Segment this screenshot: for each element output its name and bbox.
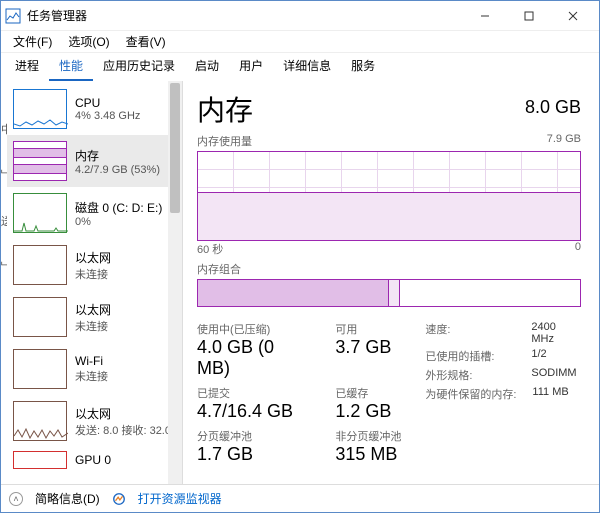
minimize-button[interactable] (463, 2, 507, 30)
committed-value: 4.7/16.4 GB (197, 401, 311, 422)
sidebar-item-label: 以太网 (75, 405, 171, 422)
sidebar-item-sub: 4.2/7.9 GB (53%) (75, 164, 160, 176)
window-title: 任务管理器 (27, 7, 463, 24)
chevron-up-icon[interactable]: ˄ (9, 492, 23, 506)
usage-chart-label: 内存使用量 (197, 133, 252, 149)
memory-usage-chart-section: 内存使用量 7.9 GB 60 秒 0 (197, 133, 581, 257)
tab-startup[interactable]: 启动 (185, 51, 229, 81)
form-key: 外形规格: (425, 367, 515, 383)
sidebar-item-memory[interactable]: 内存 4.2/7.9 GB (53%) (7, 135, 182, 187)
content-area: 中﹂送﹂ CPU 4% 3.48 GHz 内存 4.2/7.9 GB (53%) (1, 81, 599, 484)
ethernet-thumbnail-icon (13, 297, 67, 337)
composition-label: 内存组合 (197, 261, 241, 277)
performance-sidebar: CPU 4% 3.48 GHz 内存 4.2/7.9 GB (53%) 磁盘 0… (7, 81, 183, 484)
menu-view[interactable]: 查看(V) (122, 31, 170, 52)
sidebar-item-wifi[interactable]: Wi-Fi 未连接 (7, 343, 182, 395)
sidebar-item-label: Wi-Fi (75, 354, 108, 368)
nonpaged-pool-label: 非分页缓冲池 (335, 428, 401, 444)
xaxis-left: 60 秒 (197, 241, 223, 257)
menubar: 文件(F) 选项(O) 查看(V) (1, 31, 599, 53)
sidebar-item-gpu[interactable]: GPU 0 (7, 447, 182, 473)
sidebar-item-sub: 发送: 8.0 接收: 32.0 (75, 422, 171, 438)
paged-pool-value: 1.7 GB (197, 444, 311, 465)
sidebar-item-sub: 4% 3.48 GHz (75, 110, 140, 122)
memory-specs: 速度: 2400 MHz 已使用的插槽: 1/2 外形规格: SODIMM 为硬件保留… (425, 321, 581, 465)
form-value: SODIMM (531, 367, 576, 383)
committed-label: 已提交 (197, 385, 311, 401)
tab-app-history[interactable]: 应用历史记录 (93, 51, 185, 81)
sidebar-item-label: 磁盘 0 (C: D: E:) (75, 199, 162, 216)
available-value: 3.7 GB (335, 337, 401, 358)
sidebar-item-label: GPU 0 (75, 453, 111, 467)
maximize-button[interactable] (507, 2, 551, 30)
available-label: 可用 (335, 321, 401, 337)
tab-performance[interactable]: 性能 (49, 51, 93, 81)
memory-usage-chart[interactable] (197, 151, 581, 241)
ethernet-thumbnail-icon (13, 401, 67, 441)
in-use-value: 4.0 GB (0 MB) (197, 337, 311, 379)
tab-strip: 进程 性能 应用历史记录 启动 用户 详细信息 服务 (1, 53, 599, 81)
slots-key: 已使用的插槽: (425, 348, 515, 364)
tab-details[interactable]: 详细信息 (273, 51, 341, 81)
cpu-thumbnail-icon (13, 89, 67, 129)
sidebar-scrollbar[interactable] (168, 81, 182, 484)
memory-composition-chart[interactable] (197, 279, 581, 307)
tab-services[interactable]: 服务 (341, 51, 385, 81)
page-title: 内存 (197, 89, 253, 129)
in-use-label: 使用中(已压缩) (197, 321, 311, 337)
xaxis-right: 0 (575, 241, 581, 257)
nonpaged-pool-value: 315 MB (335, 444, 401, 465)
cached-value: 1.2 GB (335, 401, 401, 422)
sidebar-item-disk[interactable]: 磁盘 0 (C: D: E:) 0% (7, 187, 182, 239)
menu-options[interactable]: 选项(O) (64, 31, 113, 52)
sidebar-item-label: 以太网 (75, 301, 111, 318)
task-manager-window: 任务管理器 文件(F) 选项(O) 查看(V) 进程 性能 应用历史记录 启动 … (0, 0, 600, 513)
memory-composition-section: 内存组合 (197, 261, 581, 307)
cached-label: 已缓存 (335, 385, 401, 401)
disk-thumbnail-icon (13, 193, 67, 233)
slots-value: 1/2 (531, 348, 546, 364)
total-memory-value: 8.0 GB (525, 97, 581, 118)
tab-processes[interactable]: 进程 (5, 51, 49, 81)
sidebar-item-sub: 0% (75, 216, 162, 228)
close-icon (568, 11, 578, 21)
scrollbar-thumb[interactable] (170, 83, 180, 213)
speed-key: 速度: (425, 321, 515, 345)
gpu-thumbnail-icon (13, 451, 67, 469)
open-resource-monitor-link[interactable]: 打开资源监视器 (138, 490, 222, 507)
memory-thumbnail-icon (13, 141, 67, 181)
app-icon (5, 8, 21, 24)
sidebar-item-cpu[interactable]: CPU 4% 3.48 GHz (7, 83, 182, 135)
memory-detail-pane: 内存 8.0 GB 内存使用量 7.9 GB 60 秒 0 内存组合 (183, 81, 599, 484)
speed-value: 2400 MHz (531, 321, 581, 345)
sidebar-item-label: 以太网 (75, 249, 111, 266)
close-button[interactable] (551, 2, 595, 30)
sidebar-item-sub: 未连接 (75, 266, 111, 282)
sidebar-item-label: 内存 (75, 147, 160, 164)
sidebar-item-ethernet-2[interactable]: 以太网 发送: 8.0 接收: 32.0 (7, 395, 182, 447)
reserved-value: 111 MB (532, 386, 568, 402)
menu-file[interactable]: 文件(F) (9, 31, 56, 52)
tab-users[interactable]: 用户 (229, 51, 273, 81)
memory-stats: 使用中(已压缩) 4.0 GB (0 MB) 可用 3.7 GB 已提交 4.7… (197, 321, 581, 465)
minimize-icon (480, 11, 490, 21)
footer: ˄ 简略信息(D) 打开资源监视器 (1, 484, 599, 512)
sidebar-item-label: CPU (75, 96, 140, 110)
ethernet-thumbnail-icon (13, 245, 67, 285)
wifi-thumbnail-icon (13, 349, 67, 389)
window-controls (463, 2, 595, 30)
reserved-key: 为硬件保留的内存: (425, 386, 516, 402)
sidebar-item-ethernet-1[interactable]: 以太网 未连接 (7, 291, 182, 343)
titlebar: 任务管理器 (1, 1, 599, 31)
paged-pool-label: 分页缓冲池 (197, 428, 311, 444)
maximize-icon (524, 11, 534, 21)
sidebar-item-sub: 未连接 (75, 368, 108, 384)
usage-chart-max: 7.9 GB (547, 133, 581, 149)
sidebar-item-ethernet-0[interactable]: 以太网 未连接 (7, 239, 182, 291)
fewer-details-button[interactable]: 简略信息(D) (35, 490, 100, 507)
resource-monitor-icon (112, 492, 126, 506)
sidebar-item-sub: 未连接 (75, 318, 111, 334)
